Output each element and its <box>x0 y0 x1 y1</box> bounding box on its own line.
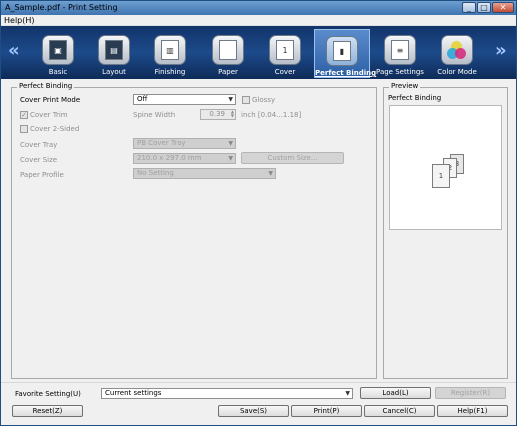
paper-profile-value: No Setting <box>137 169 174 177</box>
print-button[interactable]: Print(P) <box>291 405 362 417</box>
title-bar: A_Sample.pdf - Print Setting _ □ ✕ <box>1 1 516 15</box>
cover-tray-select[interactable]: PB Cover Tray ▼ <box>133 138 236 149</box>
save-button[interactable]: Save(S) <box>218 405 289 417</box>
tab-basic-label: Basic <box>48 68 68 76</box>
help-button[interactable]: Help(F1) <box>437 405 508 417</box>
glossy-label: Glossy <box>252 96 276 104</box>
tab-basic[interactable]: ▣ Basic <box>30 29 86 78</box>
spinner-arrows-icon: ▲ ▼ <box>230 109 234 118</box>
tab-finishing[interactable]: ▥ Finishing <box>142 29 198 78</box>
minimize-button[interactable]: _ <box>462 2 476 13</box>
perfect-binding-icon: ▮ <box>326 36 358 66</box>
paper-profile-label: Paper Profile <box>20 171 64 179</box>
scroll-right-icon[interactable]: » <box>495 40 507 61</box>
tab-cover-label: Cover <box>274 68 296 76</box>
favorite-setting-value: Current settings <box>105 389 162 397</box>
color-mode-icon <box>441 35 473 65</box>
preview-group-title: Preview <box>389 82 421 90</box>
tab-paper-label: Paper <box>218 68 238 76</box>
cover-print-mode-value: Off <box>137 95 148 103</box>
spine-width-value: 0.39 <box>209 110 225 118</box>
basic-icon: ▣ <box>42 35 74 65</box>
cover-icon: 1 <box>269 35 301 65</box>
tab-layout-label: Layout <box>102 68 126 76</box>
window-title: A_Sample.pdf - Print Setting <box>5 3 118 12</box>
chevron-down-icon: ▼ <box>228 140 233 147</box>
menu-help[interactable]: Help(H) <box>4 16 35 25</box>
register-button[interactable]: Register(R) <box>435 387 506 399</box>
perfect-binding-group-title: Perfect Binding <box>17 82 75 90</box>
cover-print-mode-label: Cover Print Mode <box>20 96 81 104</box>
tab-perfect-binding[interactable]: ▮ Perfect Binding <box>314 29 377 78</box>
tab-color-mode-label: Color Mode <box>437 68 477 76</box>
spine-width-label: Spine Width <box>133 111 176 119</box>
favorite-setting-select[interactable]: Current settings ▼ <box>101 388 353 399</box>
preview-caption: Perfect Binding <box>388 94 442 102</box>
tab-page-settings-label: Page Settings <box>376 68 424 76</box>
preview-page-1: 1 <box>432 164 450 188</box>
cover-size-label: Cover Size <box>20 156 58 164</box>
paper-icon <box>212 35 244 65</box>
cover-2sided-label: Cover 2-Sided <box>30 125 80 133</box>
custom-size-button[interactable]: Custom Size... <box>241 152 344 164</box>
chevron-down-icon: ▼ <box>228 96 233 103</box>
spine-width-range: inch [0.04...1.18] <box>241 111 302 119</box>
scroll-left-icon[interactable]: « <box>8 40 20 61</box>
cancel-button[interactable]: Cancel(C) <box>364 405 435 417</box>
chevron-down-icon: ▼ <box>345 390 350 397</box>
favorite-setting-label: Favorite Setting(U) <box>15 390 81 398</box>
cover-tray-value: PB Cover Tray <box>137 139 186 147</box>
layout-icon: ▤ <box>98 35 130 65</box>
cover-size-value: 210.0 x 297.0 mm <box>137 154 202 162</box>
close-button[interactable]: ✕ <box>492 2 514 13</box>
spine-width-spinner[interactable]: 0.39 ▲ ▼ <box>200 109 236 120</box>
menu-bar: Help(H) <box>1 15 516 26</box>
cover-trim-checkbox[interactable]: ✓ <box>20 111 28 119</box>
tab-page-settings[interactable]: ≡ Page Settings <box>372 29 428 78</box>
cover-tray-label: Cover Tray <box>20 141 58 149</box>
tab-ribbon: « ▣ Basic ▤ Layout ▥ Finishing Paper 1 C… <box>1 26 516 79</box>
tab-layout[interactable]: ▤ Layout <box>86 29 142 78</box>
tab-cover[interactable]: 1 Cover <box>257 29 313 78</box>
tab-finishing-label: Finishing <box>154 68 186 76</box>
cover-size-select[interactable]: 210.0 x 297.0 mm ▼ <box>133 153 236 164</box>
tab-paper[interactable]: Paper <box>200 29 256 78</box>
cover-trim-label: Cover Trim <box>30 111 68 119</box>
tab-color-mode[interactable]: Color Mode <box>429 29 485 78</box>
divider <box>1 382 516 383</box>
reset-button[interactable]: Reset(Z) <box>12 405 83 417</box>
cover-2sided-checkbox[interactable] <box>20 125 28 133</box>
paper-profile-select[interactable]: No Setting ▼ <box>133 168 276 179</box>
maximize-button[interactable]: □ <box>477 2 491 13</box>
cover-print-mode-select[interactable]: Off ▼ <box>133 94 236 105</box>
load-button[interactable]: Load(L) <box>360 387 431 399</box>
chevron-down-icon: ▼ <box>228 155 233 162</box>
page-settings-icon: ≡ <box>384 35 416 65</box>
glossy-checkbox[interactable] <box>242 96 250 104</box>
finishing-icon: ▥ <box>154 35 186 65</box>
chevron-down-icon: ▼ <box>268 170 273 177</box>
print-setting-window: A_Sample.pdf - Print Setting _ □ ✕ Help(… <box>0 0 517 426</box>
tab-perfect-binding-label: Perfect Binding <box>315 69 377 77</box>
preview-pane: 3 2 1 <box>389 105 502 230</box>
